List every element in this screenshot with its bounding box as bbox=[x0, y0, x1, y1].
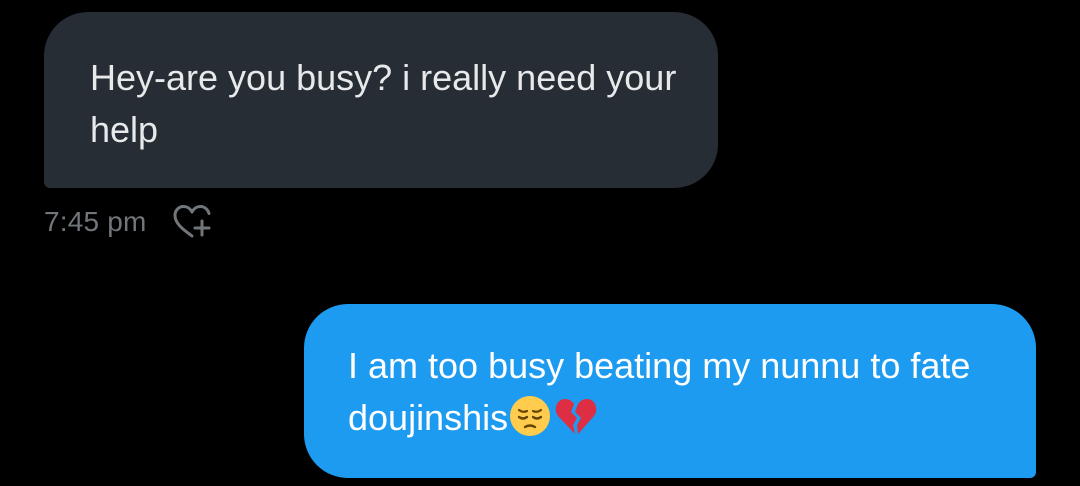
sent-message-bubble[interactable]: I am too busy beating my nunnu to fate d… bbox=[304, 304, 1036, 478]
received-message-bubble[interactable]: Hey-are you busy? i really need your hel… bbox=[44, 12, 718, 188]
broken-heart-emoji bbox=[555, 399, 597, 434]
received-message-text: Hey-are you busy? i really need your hel… bbox=[90, 57, 677, 150]
message-thread: Hey-are you busy? i really need your hel… bbox=[0, 0, 1080, 486]
add-reaction-button[interactable] bbox=[169, 199, 215, 245]
pensive-face-emoji bbox=[510, 396, 551, 436]
message-timestamp: 7:45 pm bbox=[44, 206, 147, 237]
message-meta-row: 7:45 pm bbox=[44, 198, 215, 246]
heart-plus-icon bbox=[173, 205, 211, 238]
sent-message-text: I am too busy beating my nunnu to fate d… bbox=[348, 345, 971, 438]
